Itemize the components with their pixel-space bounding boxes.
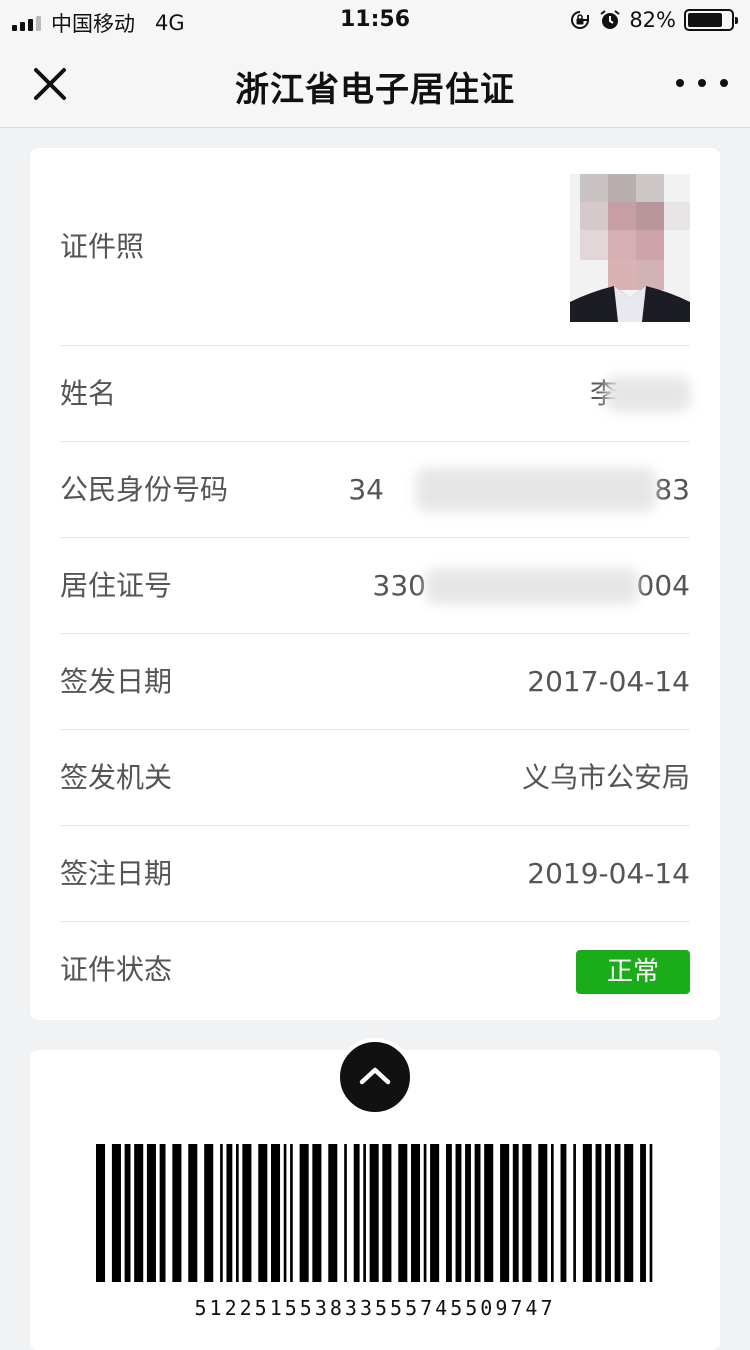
issue-date-value: 2017-04-14 <box>527 665 690 698</box>
row-status: 证件状态 正常 <box>60 922 690 1018</box>
status-badge: 正常 <box>576 950 690 994</box>
row-issue-date: 签发日期 2017-04-14 <box>60 634 690 730</box>
carrier-name: 中国移动 <box>51 12 135 36</box>
barcode-bar <box>398 1144 408 1282</box>
barcode-bar <box>605 1144 611 1282</box>
signal-icon <box>12 15 41 31</box>
expand-toggle-button[interactable] <box>336 1038 414 1116</box>
barcode-bar <box>353 1144 360 1282</box>
barcode-bar <box>111 1144 121 1282</box>
barcode-bar <box>640 1144 646 1282</box>
row-name: 姓名 李 <box>60 346 690 442</box>
barcode-bar <box>484 1144 494 1282</box>
barcode <box>96 1144 653 1282</box>
battery-icon <box>684 9 738 31</box>
authority-label: 签发机关 <box>60 761 173 794</box>
id-number-redaction <box>416 468 656 512</box>
status-bar: 中国移动 4G 11:56 82% <box>0 0 750 40</box>
barcode-bar <box>582 1144 592 1282</box>
barcode-bar <box>124 1144 131 1282</box>
barcode-bar <box>146 1144 156 1282</box>
barcode-bar <box>649 1144 653 1282</box>
name-label: 姓名 <box>60 377 117 410</box>
residence-permit-card: 证件照 姓名 李 公民身份号码 34 83 居住证号 330 004 签发日期 … <box>30 148 720 1020</box>
barcode-bar <box>573 1144 576 1282</box>
barcode-number: 51225155383355574550974​7 <box>194 1296 556 1320</box>
more-icon[interactable] <box>676 68 728 98</box>
barcode-bar <box>226 1144 233 1282</box>
endorse-date-label: 签注日期 <box>60 857 173 890</box>
barcode-bar <box>595 1144 602 1282</box>
barcode-bar <box>500 1144 510 1282</box>
barcode-bar <box>220 1144 223 1282</box>
barcode-bar <box>614 1144 621 1282</box>
permit-number-redaction <box>426 568 638 604</box>
barcode-bar <box>465 1144 471 1282</box>
barcode-bar <box>299 1144 309 1282</box>
barcode-bar <box>551 1144 554 1282</box>
barcode-bar <box>430 1144 440 1282</box>
barcode-bar <box>328 1144 338 1282</box>
barcode-bar <box>271 1144 281 1282</box>
barcode-bar <box>423 1144 427 1282</box>
row-permit-number: 居住证号 330 004 <box>60 538 690 634</box>
barcode-bar <box>236 1144 239 1282</box>
barcode-bar <box>188 1144 198 1282</box>
barcode-bar <box>382 1144 392 1282</box>
barcode-bar <box>455 1144 462 1282</box>
barcode-bar <box>522 1144 532 1282</box>
barcode-bar <box>204 1144 214 1282</box>
authority-value: 义乌市公安局 <box>521 761 690 794</box>
chevron-up-icon <box>359 1067 391 1085</box>
barcode-bar <box>512 1144 519 1282</box>
row-photo: 证件照 <box>60 148 690 346</box>
id-number-suffix: 83 <box>654 473 690 506</box>
row-id-number: 公民身份号码 34 83 <box>60 442 690 538</box>
barcode-bar <box>290 1144 293 1282</box>
page-title: 浙江省电子居住证 <box>235 70 515 110</box>
orientation-lock-icon <box>571 11 590 29</box>
endorse-date-value: 2019-04-14 <box>527 857 690 890</box>
barcode-bar <box>283 1144 287 1282</box>
barcode-bar <box>363 1144 366 1282</box>
id-number-prefix: 34 <box>348 473 384 506</box>
row-endorse-date: 签注日期 2019-04-14 <box>60 826 690 922</box>
barcode-bar <box>624 1144 634 1282</box>
permit-number-label: 居住证号 <box>60 569 173 602</box>
name-redaction <box>606 376 690 412</box>
alarm-icon <box>600 10 620 29</box>
issue-date-label: 签发日期 <box>60 665 173 698</box>
network-type: 4G <box>155 11 185 35</box>
status-label: 证件状态 <box>60 953 173 986</box>
nav-bar: 浙江省电子居住证 <box>0 40 750 128</box>
barcode-card: 51225155383355574550974​7 <box>30 1038 720 1350</box>
permit-number-prefix: 330 <box>372 569 426 602</box>
status-left: 中国移动 4G <box>12 8 185 38</box>
barcode-bar <box>96 1144 106 1282</box>
barcode-bar <box>344 1144 347 1282</box>
barcode-bar <box>134 1144 144 1282</box>
barcode-bar <box>446 1144 452 1282</box>
barcode-bar <box>411 1144 421 1282</box>
barcode-bar <box>258 1144 268 1282</box>
barcode-bar <box>369 1144 379 1282</box>
row-authority: 签发机关 义乌市公安局 <box>60 730 690 826</box>
barcode-bar <box>538 1144 548 1282</box>
battery-percent: 82% <box>629 8 676 32</box>
barcode-bar <box>312 1144 322 1282</box>
close-icon[interactable] <box>26 60 74 108</box>
barcode-bar <box>560 1144 567 1282</box>
barcode-bar <box>159 1144 166 1282</box>
permit-number-suffix: 004 <box>636 569 690 602</box>
status-right: 82% <box>569 8 738 32</box>
pixelated-portrait <box>570 174 690 322</box>
id-photo <box>570 174 690 322</box>
barcode-bar <box>172 1144 182 1282</box>
photo-label: 证件照 <box>60 230 145 263</box>
barcode-bar <box>242 1144 252 1282</box>
barcode-bar <box>474 1144 481 1282</box>
id-number-label: 公民身份号码 <box>60 473 229 506</box>
